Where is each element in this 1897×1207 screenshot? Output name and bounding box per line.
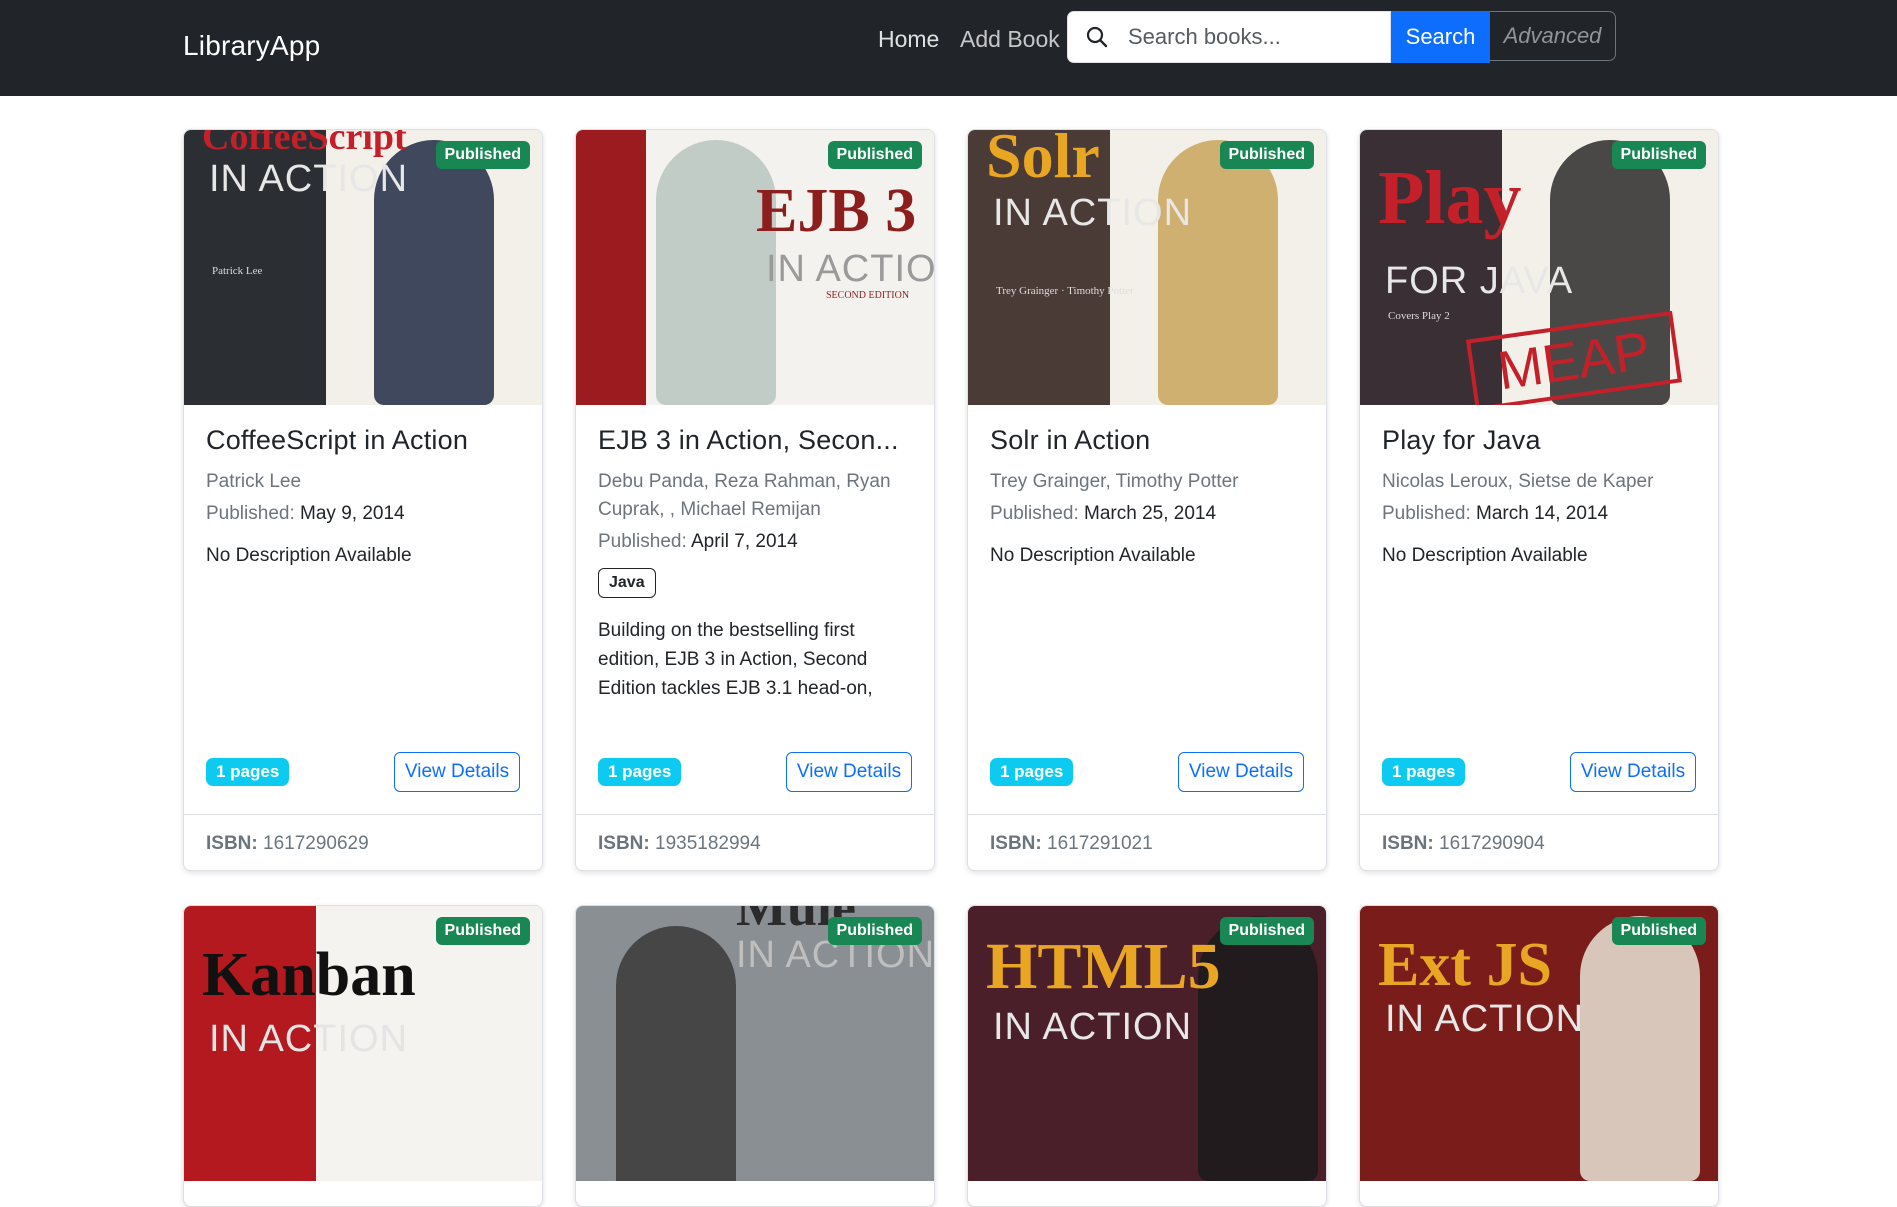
cover-subtitle: FOR JAVA <box>1385 260 1574 302</box>
book-description: Building on the bestselling first editio… <box>598 620 873 699</box>
pages-badge: 1 pages <box>990 758 1074 786</box>
book-cover[interactable]: Solr IN ACTION Trey Grainger · Timothy P… <box>968 130 1326 405</box>
book-cover[interactable]: Ext JS IN ACTION Published <box>1360 906 1718 1181</box>
book-title: Solr in Action <box>990 425 1151 455</box>
card-footer: ISBN: 1935182994 <box>576 814 934 870</box>
book-title: CoffeeScript in Action <box>206 425 469 455</box>
published-date: Published: March 25, 2014 <box>990 503 1217 524</box>
pages-badge: 1 pages <box>598 758 682 786</box>
cover-title: Play <box>1378 156 1522 240</box>
status-badge: Published <box>827 141 922 169</box>
cover-author: SECOND EDITION <box>826 290 910 301</box>
book-card: Play FOR JAVA Covers Play 2 MEAP Publish… <box>1359 129 1719 871</box>
isbn: ISBN: 1935182994 <box>598 833 761 854</box>
book-authors: Patrick Lee <box>206 471 302 492</box>
isbn: ISBN: 1617290904 <box>1382 833 1545 854</box>
book-card: Solr IN ACTION Trey Grainger · Timothy P… <box>967 129 1327 871</box>
cover-subtitle: IN ACTION <box>993 1006 1193 1048</box>
navbar: LibraryApp Home Add Book Search Advanced <box>0 0 1897 96</box>
book-authors: Trey Grainger, Timothy Potter <box>990 471 1239 492</box>
tag-badge[interactable]: Java <box>598 568 656 598</box>
cover-title: Kanban <box>202 941 416 1009</box>
book-description: No Description Available <box>990 545 1196 566</box>
book-title: EJB 3 in Action, Secon... <box>598 425 899 455</box>
book-cover[interactable]: Play FOR JAVA Covers Play 2 MEAP Publish… <box>1360 130 1718 405</box>
published-date: Published: March 14, 2014 <box>1382 503 1609 524</box>
status-badge: Published <box>1611 141 1706 169</box>
cover-subtitle: IN ACTION <box>766 248 934 290</box>
status-badge: Published <box>1611 917 1706 945</box>
search-input[interactable] <box>1126 11 1391 63</box>
book-description: No Description Available <box>206 545 412 566</box>
book-authors: Nicolas Leroux, Sietse de Kaper <box>1382 471 1654 492</box>
isbn: ISBN: 1617291021 <box>990 833 1153 854</box>
cover-subtitle: IN ACTION <box>209 158 409 200</box>
pages-badge: 1 pages <box>1382 758 1466 786</box>
book-authors: Debu Panda, Reza Rahman, Ryan Cuprak, , … <box>598 471 891 520</box>
view-details-button[interactable]: View Details <box>1570 752 1696 792</box>
nav-add-book-link[interactable]: Add Book <box>960 24 1060 54</box>
cover-subtitle: IN ACTION <box>993 192 1193 234</box>
book-description: No Description Available <box>1382 545 1588 566</box>
status-badge: Published <box>1219 917 1314 945</box>
published-date: Published: April 7, 2014 <box>598 531 798 552</box>
cover-title: CoffeeScript <box>202 130 407 158</box>
cover-title: Solr <box>986 130 1100 191</box>
cover-title: Ext JS <box>1378 931 1552 999</box>
status-badge: Published <box>1219 141 1314 169</box>
isbn: ISBN: 1617290629 <box>206 833 369 854</box>
search-icon <box>1067 11 1126 63</box>
cover-subtitle: IN ACTION <box>1385 998 1585 1040</box>
nav-home-link[interactable]: Home <box>878 24 939 54</box>
book-title: Play for Java <box>1382 425 1541 455</box>
brand-logo[interactable]: LibraryApp <box>183 30 320 62</box>
book-cover[interactable]: Mule IN ACTION Published <box>576 906 934 1181</box>
cover-author: Trey Grainger · Timothy Potter <box>996 285 1134 297</box>
book-card: CoffeeScript IN ACTION Patrick Lee Publi… <box>183 129 543 871</box>
view-details-button[interactable]: View Details <box>1178 752 1304 792</box>
book-cover[interactable]: Kanban IN ACTION Published <box>184 906 542 1181</box>
book-card: Ext JS IN ACTION Published <box>1359 905 1719 1207</box>
book-card: EJB 3 IN ACTION SECOND EDITION Published… <box>575 129 935 871</box>
cover-author: Covers Play 2 <box>1388 310 1450 322</box>
cover-title: HTML5 <box>986 930 1221 1003</box>
status-badge: Published <box>435 141 530 169</box>
book-card: Kanban IN ACTION Published <box>183 905 543 1207</box>
book-cover[interactable]: CoffeeScript IN ACTION Patrick Lee Publi… <box>184 130 542 405</box>
card-footer: ISBN: 1617291021 <box>968 814 1326 870</box>
view-details-button[interactable]: View Details <box>786 752 912 792</box>
card-footer: ISBN: 1617290629 <box>184 814 542 870</box>
search-button[interactable]: Search <box>1391 11 1490 63</box>
book-card: Mule IN ACTION Published <box>575 905 935 1207</box>
book-card: HTML5 IN ACTION Published <box>967 905 1327 1207</box>
cover-subtitle: IN ACTION <box>209 1018 409 1060</box>
book-cover[interactable]: EJB 3 IN ACTION SECOND EDITION Published <box>576 130 934 405</box>
pages-badge: 1 pages <box>206 758 290 786</box>
book-cover[interactable]: HTML5 IN ACTION Published <box>968 906 1326 1181</box>
status-badge: Published <box>435 917 530 945</box>
search-group: Search Advanced <box>1067 11 1616 63</box>
view-details-button[interactable]: View Details <box>394 752 520 792</box>
cover-title: EJB 3 <box>756 177 917 245</box>
card-footer: ISBN: 1617290904 <box>1360 814 1718 870</box>
published-date: Published: May 9, 2014 <box>206 503 405 524</box>
status-badge: Published <box>827 917 922 945</box>
advanced-search-button[interactable]: Advanced <box>1490 11 1616 61</box>
cover-author: Patrick Lee <box>212 265 263 277</box>
